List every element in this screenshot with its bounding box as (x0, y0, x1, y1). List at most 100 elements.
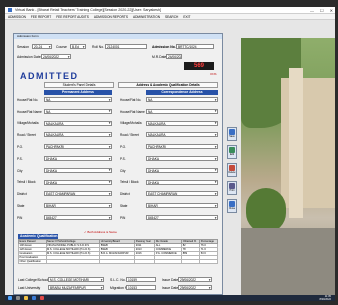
corr-field[interactable]: MALKAURA (146, 120, 218, 126)
last-university-field[interactable]: BRABU MUZAFFARPUR (48, 285, 104, 290)
admission-no-label: Admission No. (152, 45, 176, 49)
last-college-label: Last College/School (18, 278, 49, 282)
admission-no-field[interactable]: BRTTC/1024 (176, 44, 214, 49)
course-select[interactable]: B.Ed (70, 44, 86, 49)
app-icon (8, 8, 12, 12)
menu-fee-report[interactable]: FEE REPORT (31, 15, 51, 19)
session-select[interactable]: 20-24 (32, 44, 52, 49)
corr-field[interactable]: DHAKA (146, 156, 218, 161)
slc-field[interactable]: 10159 (126, 277, 156, 282)
save-button[interactable]: Save (227, 127, 237, 141)
perm-label: Road / Street (17, 133, 36, 138)
start-icon[interactable] (8, 296, 12, 300)
side-button-label: Delete (228, 171, 236, 174)
minimize-button[interactable]: — (310, 8, 314, 13)
delete-button[interactable]: Delete (227, 163, 237, 177)
close-button[interactable]: Close (227, 199, 237, 213)
tab-address-academic[interactable]: Address & Academic Qualification Details (118, 82, 218, 88)
corr-field[interactable]: BIHAR (146, 203, 218, 209)
window-controls: — ☐ ✕ (310, 8, 333, 13)
system-tray-clock[interactable]: 11:05 8/30/2022 (319, 295, 331, 301)
table-cell[interactable] (99, 259, 136, 264)
menu-admission[interactable]: ADMISSION (8, 15, 26, 19)
course-label: Course (56, 45, 67, 49)
last-college-field[interactable]: M.S. COLLEGE MOTIHARI (48, 277, 104, 282)
menu-fee-report-audits[interactable]: FEE REPORT AUDITS (56, 15, 89, 19)
bush (246, 188, 286, 233)
perm-field[interactable]: MALKAURA (44, 132, 112, 138)
perm-label: District (17, 192, 27, 197)
issue-date-field[interactable]: 29/06/2022 (178, 277, 212, 282)
corr-label: Tehsil / Block (120, 180, 139, 185)
taskbar: 11:05 8/30/2022 (5, 295, 335, 301)
perm-field[interactable]: BIHAR (44, 203, 112, 209)
permanent-address-header: Permanent Address (44, 90, 112, 95)
background-photo (241, 38, 335, 295)
rollno-label: Roll No. (92, 45, 105, 49)
corr-field[interactable]: 845427 (146, 215, 218, 220)
same-address-note[interactable]: ✓ Both Address is Same (84, 230, 117, 234)
corr-field[interactable]: EAST CHAMPARAN (146, 191, 218, 197)
migration-field[interactable]: 10153 (126, 285, 156, 290)
clock-date: 8/30/2022 (319, 298, 331, 301)
issue-date2-field[interactable]: 29/06/2022 (178, 285, 212, 290)
desktop-screen: Virtual Bank - [Bharat Retail Teachers' … (5, 7, 335, 301)
perm-field[interactable]: NA (44, 97, 112, 102)
session-label: Session (17, 45, 30, 49)
folder-icon[interactable] (24, 296, 28, 300)
perm-field[interactable]: 845427 (44, 215, 112, 220)
corr-field[interactable]: DHAKA (146, 167, 218, 173)
perm-field[interactable]: DHAKA (44, 167, 112, 173)
corr-field[interactable]: DHAKA (146, 179, 218, 185)
perm-field[interactable]: EAST CHAMPARAN (44, 191, 112, 197)
perm-field[interactable]: NA (44, 108, 112, 114)
menu-admission-reports[interactable]: ADMISSION REPORTS (94, 15, 128, 19)
table-cell[interactable] (181, 259, 201, 264)
corr-label: City (120, 168, 126, 173)
window-title: Virtual Bank - [Bharat Retail Teachers' … (15, 8, 161, 12)
app-icon-taskbar[interactable] (40, 296, 44, 300)
mr-date-field[interactable]: 24/06/2022 (166, 54, 182, 59)
table-cell[interactable] (134, 259, 156, 264)
perm-label: House/Flat No. (17, 97, 39, 102)
corr-label: P.S. (120, 156, 126, 161)
corr-label: House/Flat No. (120, 97, 142, 102)
building-pillar (289, 68, 303, 218)
perm-label: PIN (17, 215, 23, 220)
print-button[interactable]: Print (227, 181, 237, 195)
menu-search[interactable]: SEARCH (165, 15, 178, 19)
corr-field[interactable]: MALKAURA (146, 132, 218, 138)
table-row: Other Qualification (18, 259, 218, 264)
corr-label: PIN (120, 215, 126, 220)
corr-field[interactable]: NA (146, 97, 218, 102)
menu-administration[interactable]: ADMINISTRATION (133, 15, 160, 19)
side-button-label: Close (228, 207, 236, 210)
table-cell[interactable] (45, 259, 101, 264)
search-icon[interactable] (16, 296, 20, 300)
table-cell[interactable] (154, 259, 183, 264)
corr-label: Village/Mohalla (120, 121, 142, 126)
maximize-button[interactable]: ☐ (320, 8, 324, 13)
corr-label: Road / Street (120, 133, 139, 138)
menu-exit[interactable]: EXIT (183, 15, 190, 19)
perm-field[interactable]: PACHPAKRI (44, 144, 112, 150)
perm-field[interactable]: DHAKA (44, 156, 112, 161)
perm-field[interactable]: MALKAURA (44, 120, 112, 126)
close-button[interactable]: ✕ (330, 8, 333, 13)
corr-label: District (120, 192, 130, 197)
corr-label: State (120, 203, 128, 208)
edit-button[interactable]: Edit (227, 145, 237, 159)
perm-label: P.O. (17, 144, 23, 149)
rollno-field[interactable]: 2124001 (105, 44, 147, 49)
browser-icon[interactable] (32, 296, 36, 300)
corr-field[interactable]: NA (146, 108, 218, 114)
exam-name-cell: Other Qualification (18, 259, 47, 264)
table-cell[interactable] (199, 259, 218, 264)
status-code: ONS (210, 72, 217, 76)
corr-field[interactable]: PACHPAKRI (146, 144, 218, 150)
perm-field[interactable]: DHAKA (44, 179, 112, 185)
receipt-number: 569 (184, 62, 214, 70)
admission-date-field[interactable]: 24/06/2022 (41, 54, 71, 59)
tab-student-details[interactable]: Student's Panel Details (44, 82, 114, 88)
perm-label: State (17, 203, 25, 208)
